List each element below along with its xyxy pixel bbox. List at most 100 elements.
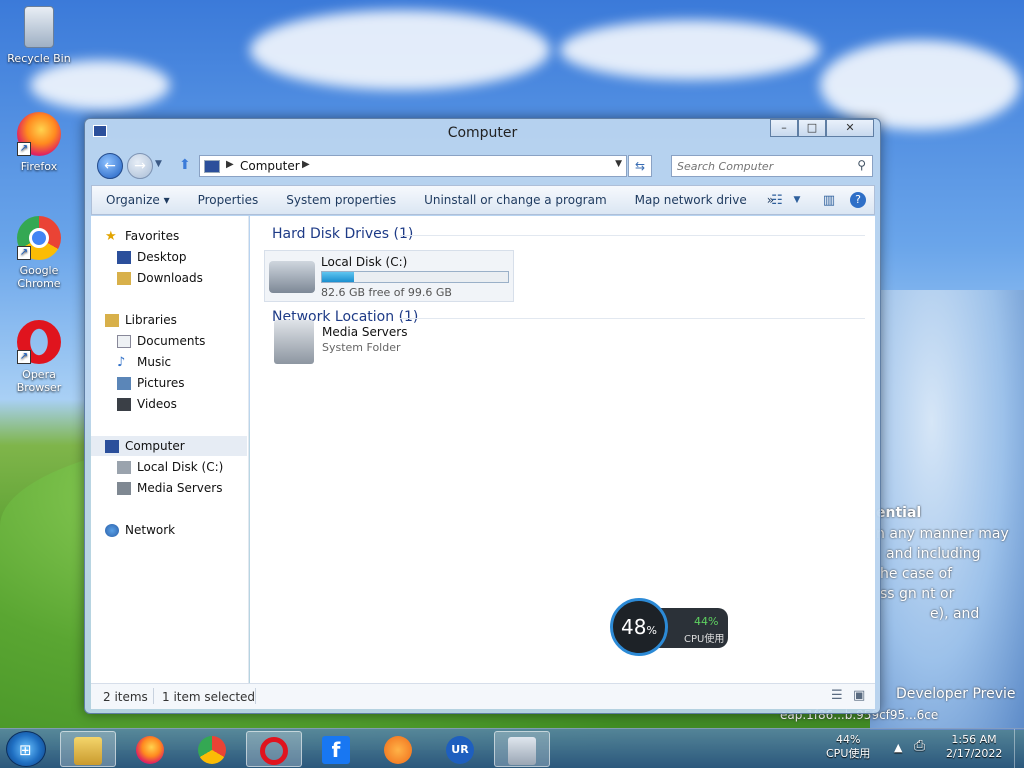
nav-favorites[interactable]: ★ Favorites [105, 226, 179, 246]
uninstall-program-button[interactable]: Uninstall or change a program [410, 193, 621, 207]
cpu-usage-widget[interactable]: 44% CPU使用 48% [610, 598, 728, 656]
show-desktop-button[interactable] [1014, 729, 1024, 768]
search-input[interactable] [672, 156, 842, 176]
nav-music[interactable]: ♪ Music [117, 352, 171, 372]
organize-menu[interactable]: Organize ▾ [92, 193, 184, 207]
breadcrumb-separator-icon[interactable]: ▶ [302, 159, 310, 170]
view-options-icon[interactable]: ☷ [764, 193, 790, 208]
drive-tile-local-disk[interactable]: Local Disk (C:) 82.6 GB free of 99.6 GB [264, 250, 514, 302]
desktop-icon-opera[interactable]: ↗ Opera Browser [2, 320, 76, 394]
nav-desktop[interactable]: Desktop [117, 247, 187, 267]
address-dropdown-icon[interactable]: ▼ [615, 159, 622, 169]
nav-computer[interactable]: Computer [91, 436, 247, 456]
taskbar-ur-browser[interactable]: UR [432, 731, 488, 767]
back-button[interactable]: ← [97, 153, 123, 179]
cloud [30, 60, 170, 110]
drive-free-space: 82.6 GB free of 99.6 GB [321, 286, 452, 299]
wallpaper-text: e), and [930, 606, 980, 622]
group-header-hard-disk[interactable]: Hard Disk Drives (1) [272, 226, 413, 242]
details-view-icon[interactable]: ☰ [831, 688, 843, 703]
nav-videos[interactable]: Videos [117, 394, 177, 414]
tray-cpu-label: CPU使用 [826, 747, 871, 760]
nav-media-servers[interactable]: Media Servers [117, 478, 222, 498]
nav-label: Desktop [137, 250, 187, 264]
properties-button[interactable]: Properties [184, 193, 273, 207]
cpu-percent-unit: % [646, 624, 657, 637]
desktop-icon-google-chrome[interactable]: ↗ Google Chrome [2, 216, 76, 290]
help-icon[interactable]: ? [850, 192, 866, 208]
ur-browser-icon: UR [446, 736, 474, 764]
status-divider [255, 688, 256, 704]
taskbar-opera[interactable] [246, 731, 302, 767]
nav-pictures[interactable]: Pictures [117, 373, 185, 393]
recycle-bin-icon [24, 6, 54, 48]
breadcrumb-computer[interactable]: Computer [240, 159, 300, 173]
breadcrumb-separator-icon[interactable]: ▶ [226, 159, 234, 170]
network-item-name: Media Servers [322, 325, 408, 339]
taskbar: ⊞ f UR 44% CPU使用 ▲ ⎙ 1:56 AM 2/17/2022 [0, 728, 1024, 768]
tray-cpu[interactable]: 44% CPU使用 [826, 733, 870, 761]
refresh-icon: ⇆ [634, 159, 646, 173]
nav-network[interactable]: Network [105, 520, 175, 540]
taskbar-brave[interactable] [370, 731, 426, 767]
drive-usage-bar [321, 271, 509, 283]
refresh-button[interactable]: ⇆ [628, 155, 652, 177]
nav-label: Media Servers [137, 481, 223, 495]
wallpaper-text: Developer Previe [896, 686, 1016, 702]
navigation-pane: ★ Favorites Desktop Downloads Libraries … [91, 216, 249, 683]
search-icon[interactable]: ⚲ [857, 158, 866, 172]
minimize-button[interactable]: – [770, 119, 798, 137]
status-divider [153, 688, 154, 704]
chevron-down-icon[interactable]: ▼ [790, 195, 804, 205]
address-bar[interactable]: ▶ Computer ▶ ▼ [199, 155, 627, 177]
nav-label: Videos [137, 397, 177, 411]
nav-label: Favorites [125, 229, 180, 243]
search-box[interactable]: ⚲ [671, 155, 873, 177]
network-tray-icon[interactable]: ⎙ [914, 739, 925, 753]
explorer-window[interactable]: Computer – □ ✕ ← → ▼ ⬆ ▶ Computer ▶ ▼ ⇆ … [84, 118, 881, 714]
shortcut-arrow-icon: ↗ [17, 350, 31, 364]
recent-pages-dropdown[interactable]: ▼ [155, 159, 162, 169]
computer-icon [105, 439, 119, 453]
cpu-percent: 48 [621, 615, 647, 639]
nav-label: Network [125, 523, 176, 537]
desktop-icon-label: Recycle Bin [7, 52, 71, 65]
taskbar-facebook[interactable]: f [308, 731, 364, 767]
clock-date: 2/17/2022 [946, 747, 1003, 760]
taskbar-system-monitor[interactable] [494, 731, 550, 767]
status-item-count: 2 items [103, 690, 148, 704]
computer-icon [204, 160, 220, 173]
close-button[interactable]: ✕ [826, 119, 874, 137]
nav-libraries[interactable]: Libraries [105, 310, 177, 330]
nav-documents[interactable]: Documents [117, 331, 205, 351]
arrow-right-icon: → [134, 158, 146, 174]
nav-local-disk[interactable]: Local Disk (C:) [117, 457, 223, 477]
taskbar-file-explorer[interactable] [60, 731, 116, 767]
clock[interactable]: 1:56 AM 2/17/2022 [946, 733, 1002, 761]
desktop-icon-recycle-bin[interactable]: Recycle Bin [2, 6, 76, 65]
opera-icon: ↗ [17, 320, 61, 364]
media-server-icon [117, 481, 131, 495]
command-bar: Organize ▾ Properties System properties … [91, 185, 875, 215]
system-properties-button[interactable]: System properties [272, 193, 410, 207]
group-divider [400, 318, 865, 319]
music-icon: ♪ [117, 354, 126, 370]
map-network-drive-button[interactable]: Map network drive [621, 193, 761, 207]
large-icons-view-icon[interactable]: ▣ [853, 688, 865, 703]
caption-buttons: – □ ✕ [770, 119, 874, 137]
start-button[interactable]: ⊞ [6, 731, 46, 767]
desktop-icon-label: Opera Browser [16, 368, 62, 394]
forward-button[interactable]: → [127, 153, 153, 179]
nav-label: Computer [125, 439, 185, 453]
nav-downloads[interactable]: Downloads [117, 268, 203, 288]
preview-pane-icon[interactable]: ▥ [816, 193, 842, 208]
up-button[interactable]: ⬆ [179, 157, 191, 173]
taskbar-chrome[interactable] [184, 731, 240, 767]
desktop-icon-firefox[interactable]: ↗ Firefox [2, 112, 76, 173]
status-bar: 2 items 1 item selected ☰ ▣ [91, 683, 875, 709]
tray-overflow-icon[interactable]: ▲ [894, 741, 902, 755]
maximize-button[interactable]: □ [798, 119, 826, 137]
opera-icon [260, 737, 288, 765]
wallpaper-text: ential [876, 505, 922, 521]
taskbar-firefox[interactable] [122, 731, 178, 767]
